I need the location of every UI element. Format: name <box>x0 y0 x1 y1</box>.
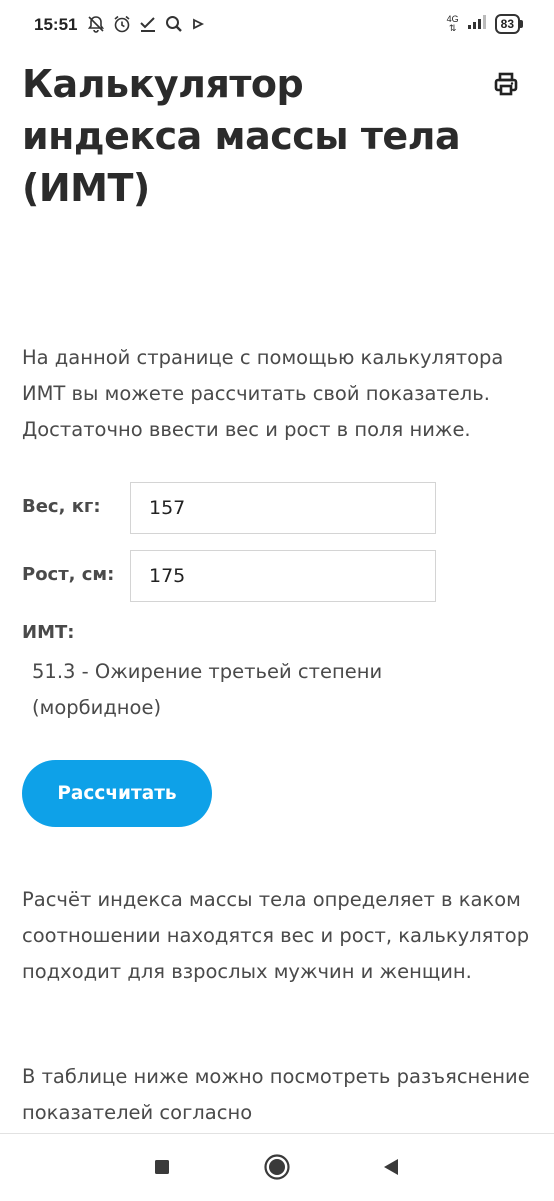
weight-row: Вес, кг: <box>22 482 442 538</box>
status-bar: 15:51 4G ⇅ 83 <box>0 0 554 52</box>
weight-input[interactable] <box>130 482 436 534</box>
weight-label: Вес, кг: <box>22 496 101 517</box>
page-title: Калькулятор индекса массы тела (ИМТ) <box>22 62 461 210</box>
height-row: Рост, см: <box>22 550 442 606</box>
circle-icon <box>263 1153 291 1185</box>
status-right: 4G ⇅ 83 <box>447 14 524 34</box>
alarm-icon <box>112 14 132 34</box>
signal-icon <box>467 14 487 34</box>
network-indicator: 4G ⇅ <box>447 15 459 33</box>
notification-icons <box>86 14 206 34</box>
calculate-button[interactable]: Рассчитать <box>22 760 212 827</box>
square-icon <box>152 1157 172 1181</box>
check-icon <box>138 14 158 34</box>
battery-indicator: 83 <box>494 14 524 34</box>
height-input[interactable] <box>130 550 436 602</box>
data-arrows-icon: ⇅ <box>448 23 457 33</box>
search-icon <box>164 14 184 34</box>
intro-text: На данной странице с помощью калькулятор… <box>22 346 504 441</box>
muted-bell-icon <box>86 14 106 34</box>
bmi-label: ИМТ: <box>22 622 75 643</box>
back-button[interactable] <box>376 1154 406 1184</box>
description-paragraph: Расчёт индекса массы тела определяет в к… <box>22 888 530 983</box>
home-button[interactable] <box>262 1154 292 1184</box>
recents-button[interactable] <box>147 1154 177 1184</box>
navigation-bar <box>0 1133 554 1201</box>
height-label: Рост, см: <box>22 564 115 585</box>
play-icon <box>190 14 206 34</box>
print-icon <box>493 71 519 101</box>
status-time: 15:51 <box>34 15 78 34</box>
table-intro-paragraph: В таблице ниже можно посмотреть разъясне… <box>22 1065 530 1124</box>
triangle-back-icon <box>380 1156 402 1182</box>
bmi-result: 51.3 - Ожирение третьей степени (морбидн… <box>32 660 383 719</box>
print-button[interactable] <box>490 70 522 102</box>
